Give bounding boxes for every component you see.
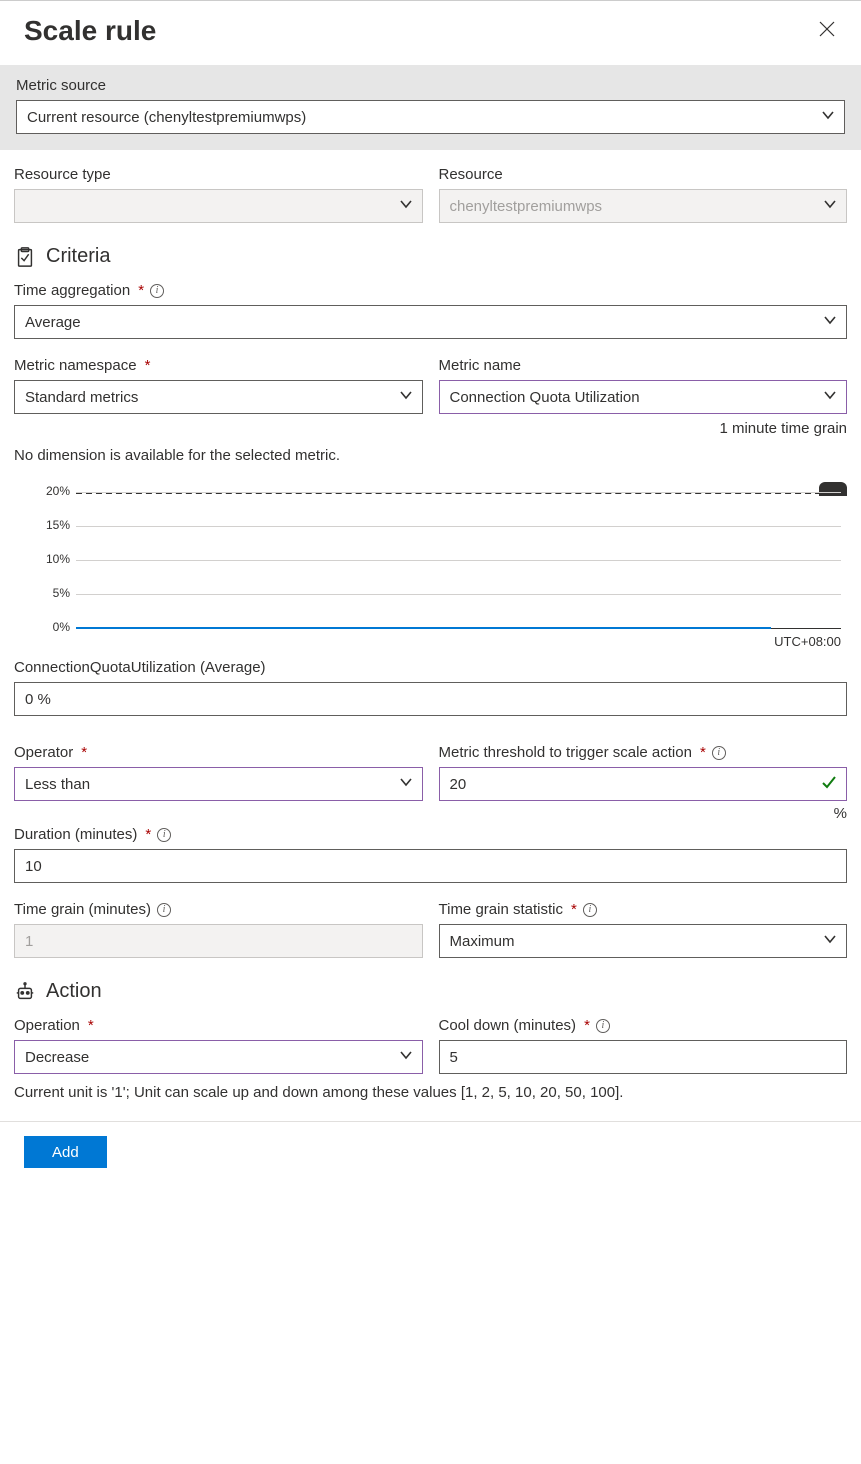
cooldown-label: Cool down (minutes)	[439, 1017, 577, 1034]
duration-label: Duration (minutes)	[14, 826, 137, 843]
dimension-note: No dimension is available for the select…	[14, 447, 847, 464]
info-icon[interactable]: i	[157, 828, 171, 842]
time-grain-note: 1 minute time grain	[439, 420, 848, 437]
operation-select[interactable]: Decrease	[14, 1040, 423, 1074]
metric-namespace-select[interactable]: Standard metrics	[14, 380, 423, 414]
operator-select[interactable]: Less than	[14, 767, 423, 801]
info-icon[interactable]: i	[596, 1019, 610, 1033]
operation-label: Operation	[14, 1017, 80, 1034]
info-icon[interactable]: i	[712, 746, 726, 760]
resource-type-label: Resource type	[14, 166, 423, 183]
metric-source-label: Metric source	[16, 77, 845, 94]
close-icon[interactable]	[817, 19, 837, 43]
resource-type-select	[14, 189, 423, 223]
time-aggregation-label: Time aggregation	[14, 282, 130, 299]
metric-source-select[interactable]: Current resource (chenyltestpremiumwps)	[16, 100, 845, 134]
time-aggregation-select[interactable]: Average	[14, 305, 847, 339]
robot-icon	[14, 981, 36, 1003]
add-button[interactable]: Add	[24, 1136, 107, 1168]
time-grain-minutes-label: Time grain (minutes)	[14, 901, 151, 918]
threshold-label: Metric threshold to trigger scale action	[439, 744, 692, 761]
resource-label: Resource	[439, 166, 848, 183]
criteria-heading: Criteria	[46, 245, 110, 268]
time-grain-statistic-label: Time grain statistic	[439, 901, 563, 918]
duration-input[interactable]	[14, 849, 847, 883]
resource-select: chenyltestpremiumwps	[439, 189, 848, 223]
metric-name-select[interactable]: Connection Quota Utilization	[439, 380, 848, 414]
metric-chart: 20% 15% 10% 5% 0% UTC+08:00	[36, 490, 841, 649]
avg-label: ConnectionQuotaUtilization (Average)	[14, 659, 847, 676]
scale-note: Current unit is '1'; Unit can scale up a…	[14, 1084, 847, 1101]
metric-name-label: Metric name	[439, 357, 848, 374]
info-icon[interactable]: i	[583, 903, 597, 917]
page-title: Scale rule	[24, 15, 156, 47]
metric-source-value: Current resource (chenyltestpremiumwps)	[27, 109, 306, 126]
info-icon[interactable]: i	[157, 903, 171, 917]
threshold-suffix: %	[439, 805, 848, 822]
cooldown-input[interactable]	[439, 1040, 848, 1074]
avg-value-input[interactable]	[14, 682, 847, 716]
action-heading: Action	[46, 980, 102, 1003]
time-grain-minutes-input	[14, 924, 423, 958]
threshold-input[interactable]	[439, 767, 848, 801]
operator-label: Operator	[14, 744, 73, 761]
metric-namespace-label: Metric namespace	[14, 357, 137, 374]
info-icon[interactable]: i	[150, 284, 164, 298]
check-icon	[821, 774, 837, 794]
chart-timezone: UTC+08:00	[36, 634, 841, 649]
clipboard-icon	[14, 246, 36, 268]
time-grain-statistic-select[interactable]: Maximum	[439, 924, 848, 958]
